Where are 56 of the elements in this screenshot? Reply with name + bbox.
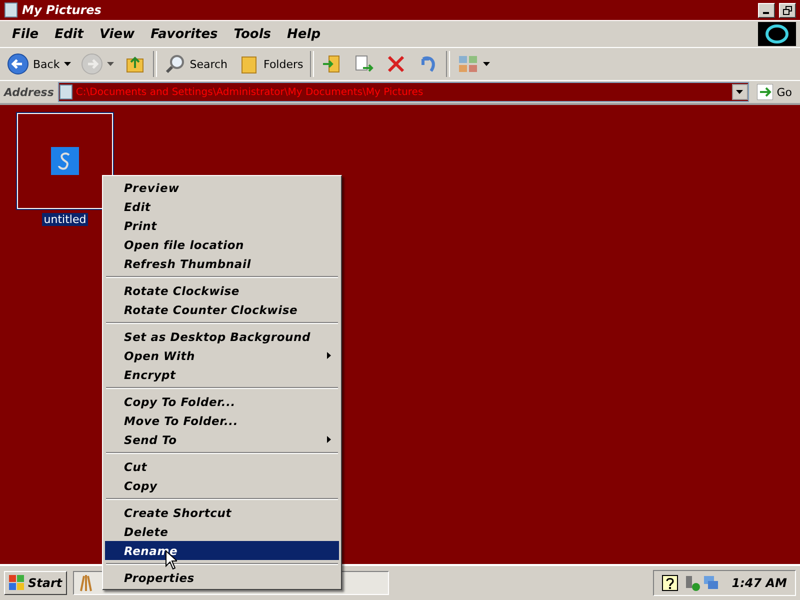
caret-icon (64, 62, 71, 66)
window-title: My Pictures (22, 3, 102, 17)
submenu-arrow-icon (327, 352, 331, 359)
menu-item[interactable]: Cut (105, 457, 339, 476)
clock: 1:47 AM (732, 576, 787, 590)
submenu-arrow-icon (327, 436, 331, 443)
menu-item[interactable]: View (91, 26, 143, 42)
search-icon (164, 53, 186, 75)
menu-item[interactable]: Rename (105, 541, 339, 560)
menu-item[interactable]: Favorites (142, 26, 226, 42)
search-button[interactable]: Search (160, 51, 231, 77)
menu-item[interactable]: Properties (105, 568, 339, 587)
restore-icon (783, 6, 792, 14)
brushes-icon (78, 574, 94, 592)
menu-item[interactable]: Encrypt (105, 365, 339, 384)
dropdown-button[interactable] (732, 84, 748, 100)
back-button[interactable]: Back (4, 51, 74, 77)
help-icon (662, 575, 678, 591)
restore-button[interactable] (779, 2, 796, 18)
menu-item[interactable]: Edit (105, 197, 339, 216)
menu-item[interactable]: Delete (105, 522, 339, 541)
menu-item[interactable]: Open file location (105, 235, 339, 254)
caret-icon (106, 62, 114, 66)
menu-item[interactable]: Rotate Counter Clockwise (105, 300, 339, 319)
menu-item[interactable]: Set as Desktop Background (105, 327, 339, 346)
menu-item[interactable]: Send To (105, 430, 339, 449)
caret-icon (483, 62, 490, 66)
menu-item[interactable]: Copy To Folder... (105, 392, 339, 411)
menu-item[interactable]: Create Shortcut (105, 503, 339, 522)
menu-item[interactable]: Rotate Clockwise (105, 281, 339, 300)
menu-item[interactable]: Copy (105, 476, 339, 495)
minimize-button[interactable] (758, 2, 775, 18)
menu-item[interactable]: Help (279, 26, 329, 42)
network-icon (684, 574, 720, 592)
folder-icon (4, 2, 18, 18)
menu-item[interactable]: Move To Folder... (105, 411, 339, 430)
start-button[interactable]: Start (4, 571, 68, 595)
folder-icon (58, 84, 73, 100)
menu-item[interactable]: Open With (105, 346, 339, 365)
go-button[interactable]: Go (752, 84, 796, 100)
menu-item[interactable]: Preview (105, 178, 339, 197)
folders-button[interactable]: Folders (234, 51, 306, 77)
windows-logo-icon (9, 575, 25, 591)
menu-item[interactable]: File (4, 26, 47, 42)
thumbnail[interactable] (17, 113, 113, 209)
menu-item[interactable]: Edit (46, 26, 92, 42)
views-icon (457, 53, 480, 75)
image-icon (51, 147, 79, 175)
menu-item[interactable]: Refresh Thumbnail (105, 254, 339, 273)
caret-icon (736, 90, 744, 94)
file-name[interactable]: untitled (42, 213, 88, 226)
address-label: Address (4, 86, 54, 98)
go-arrow-icon (756, 84, 773, 100)
menu-item[interactable]: Print (105, 216, 339, 235)
menu-item[interactable]: Tools (226, 26, 280, 42)
logo-icon (758, 22, 796, 46)
